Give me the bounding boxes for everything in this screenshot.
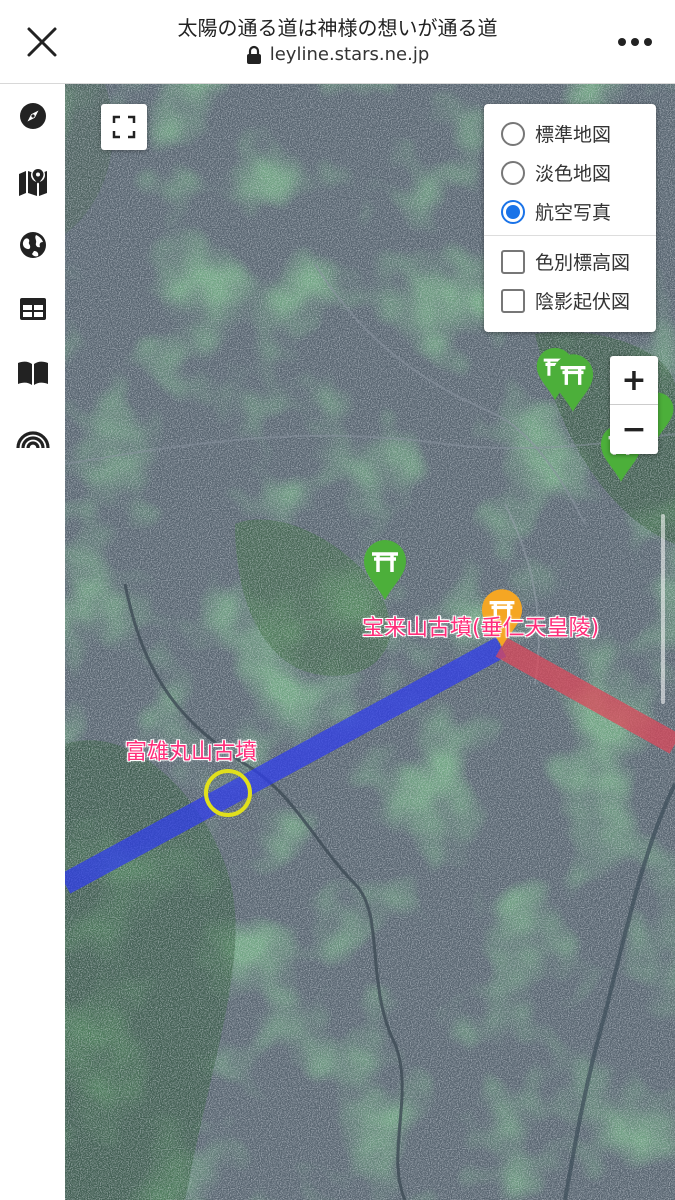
sidebar-item-rainbow[interactable] xyxy=(12,417,54,459)
layer-control-panel: 標準地図 淡色地図 航空写真 色別標高図 陰影起伏図 xyxy=(484,104,656,332)
layer-label: 陰影起伏図 xyxy=(535,291,631,313)
sidebar-item-book[interactable] xyxy=(12,352,54,394)
base-layer-aerial[interactable]: 航空写真 xyxy=(484,192,656,231)
zoom-out-button[interactable]: − xyxy=(610,405,658,454)
torii-pin-icon xyxy=(364,540,406,600)
map-view[interactable]: 宝来山古墳(垂仁天皇陵) 富雄丸山古墳 標準地図 淡色地図 航空写真 色別標高図… xyxy=(65,84,675,1200)
globe-icon xyxy=(20,232,46,258)
radio-pale[interactable] xyxy=(501,160,525,185)
more-options-button[interactable] xyxy=(613,24,657,60)
layer-label: 淡色地図 xyxy=(535,163,612,185)
fullscreen-icon xyxy=(112,115,136,139)
layer-label: 航空写真 xyxy=(535,202,612,224)
shrine-marker[interactable] xyxy=(551,352,595,418)
layer-label: 標準地図 xyxy=(535,124,612,146)
base-layer-pale[interactable]: 淡色地図 xyxy=(484,153,656,192)
checkbox-hillshade[interactable] xyxy=(501,288,525,313)
book-icon xyxy=(18,361,48,385)
checkbox-elevation[interactable] xyxy=(501,249,525,274)
layer-label: 色別標高図 xyxy=(535,252,631,274)
page-title: 太陽の通る道は神様の想いが通る道 xyxy=(177,16,498,40)
sidebar-item-map[interactable] xyxy=(12,160,54,202)
sidebar-item-compass[interactable] xyxy=(12,95,54,137)
map-icon xyxy=(19,168,47,196)
rainbow-icon xyxy=(16,431,50,449)
scrollbar-thumb[interactable] xyxy=(661,514,665,704)
shrine-marker[interactable] xyxy=(362,539,408,605)
close-button[interactable] xyxy=(18,20,66,64)
fullscreen-button[interactable] xyxy=(101,104,147,150)
tomio-tomb-label: 富雄丸山古墳 xyxy=(125,740,258,765)
torii-pin-icon xyxy=(552,354,594,412)
url-row: leyline.stars.ne.jp xyxy=(110,44,565,65)
sidebar-item-table[interactable] xyxy=(12,288,54,330)
radio-aerial[interactable] xyxy=(501,199,525,224)
houraisan-tomb-label: 宝来山古墳(垂仁天皇陵) xyxy=(362,616,600,641)
sidebar-item-globe[interactable] xyxy=(12,224,54,266)
overlay-elevation[interactable]: 色別標高図 xyxy=(484,242,656,281)
zoom-control: + − xyxy=(610,356,658,454)
overlay-hillshade[interactable]: 陰影起伏図 xyxy=(484,281,656,320)
zoom-in-button[interactable]: + xyxy=(610,356,658,405)
close-icon xyxy=(27,27,57,57)
table-icon xyxy=(20,298,46,320)
base-layer-standard[interactable]: 標準地図 xyxy=(484,114,656,153)
url-text: leyline.stars.ne.jp xyxy=(269,44,430,65)
title-block: 太陽の通る道は神様の想いが通る道 leyline.stars.ne.jp xyxy=(110,14,565,65)
more-dots-icon xyxy=(618,38,652,46)
compass-icon xyxy=(20,103,46,129)
lock-icon xyxy=(246,45,261,64)
browser-top-bar: 太陽の通る道は神様の想いが通る道 leyline.stars.ne.jp xyxy=(0,0,675,84)
panel-divider xyxy=(484,235,656,236)
tomio-tomb-circle[interactable] xyxy=(202,767,254,819)
sidebar xyxy=(0,84,65,1200)
radio-standard[interactable] xyxy=(501,121,525,146)
